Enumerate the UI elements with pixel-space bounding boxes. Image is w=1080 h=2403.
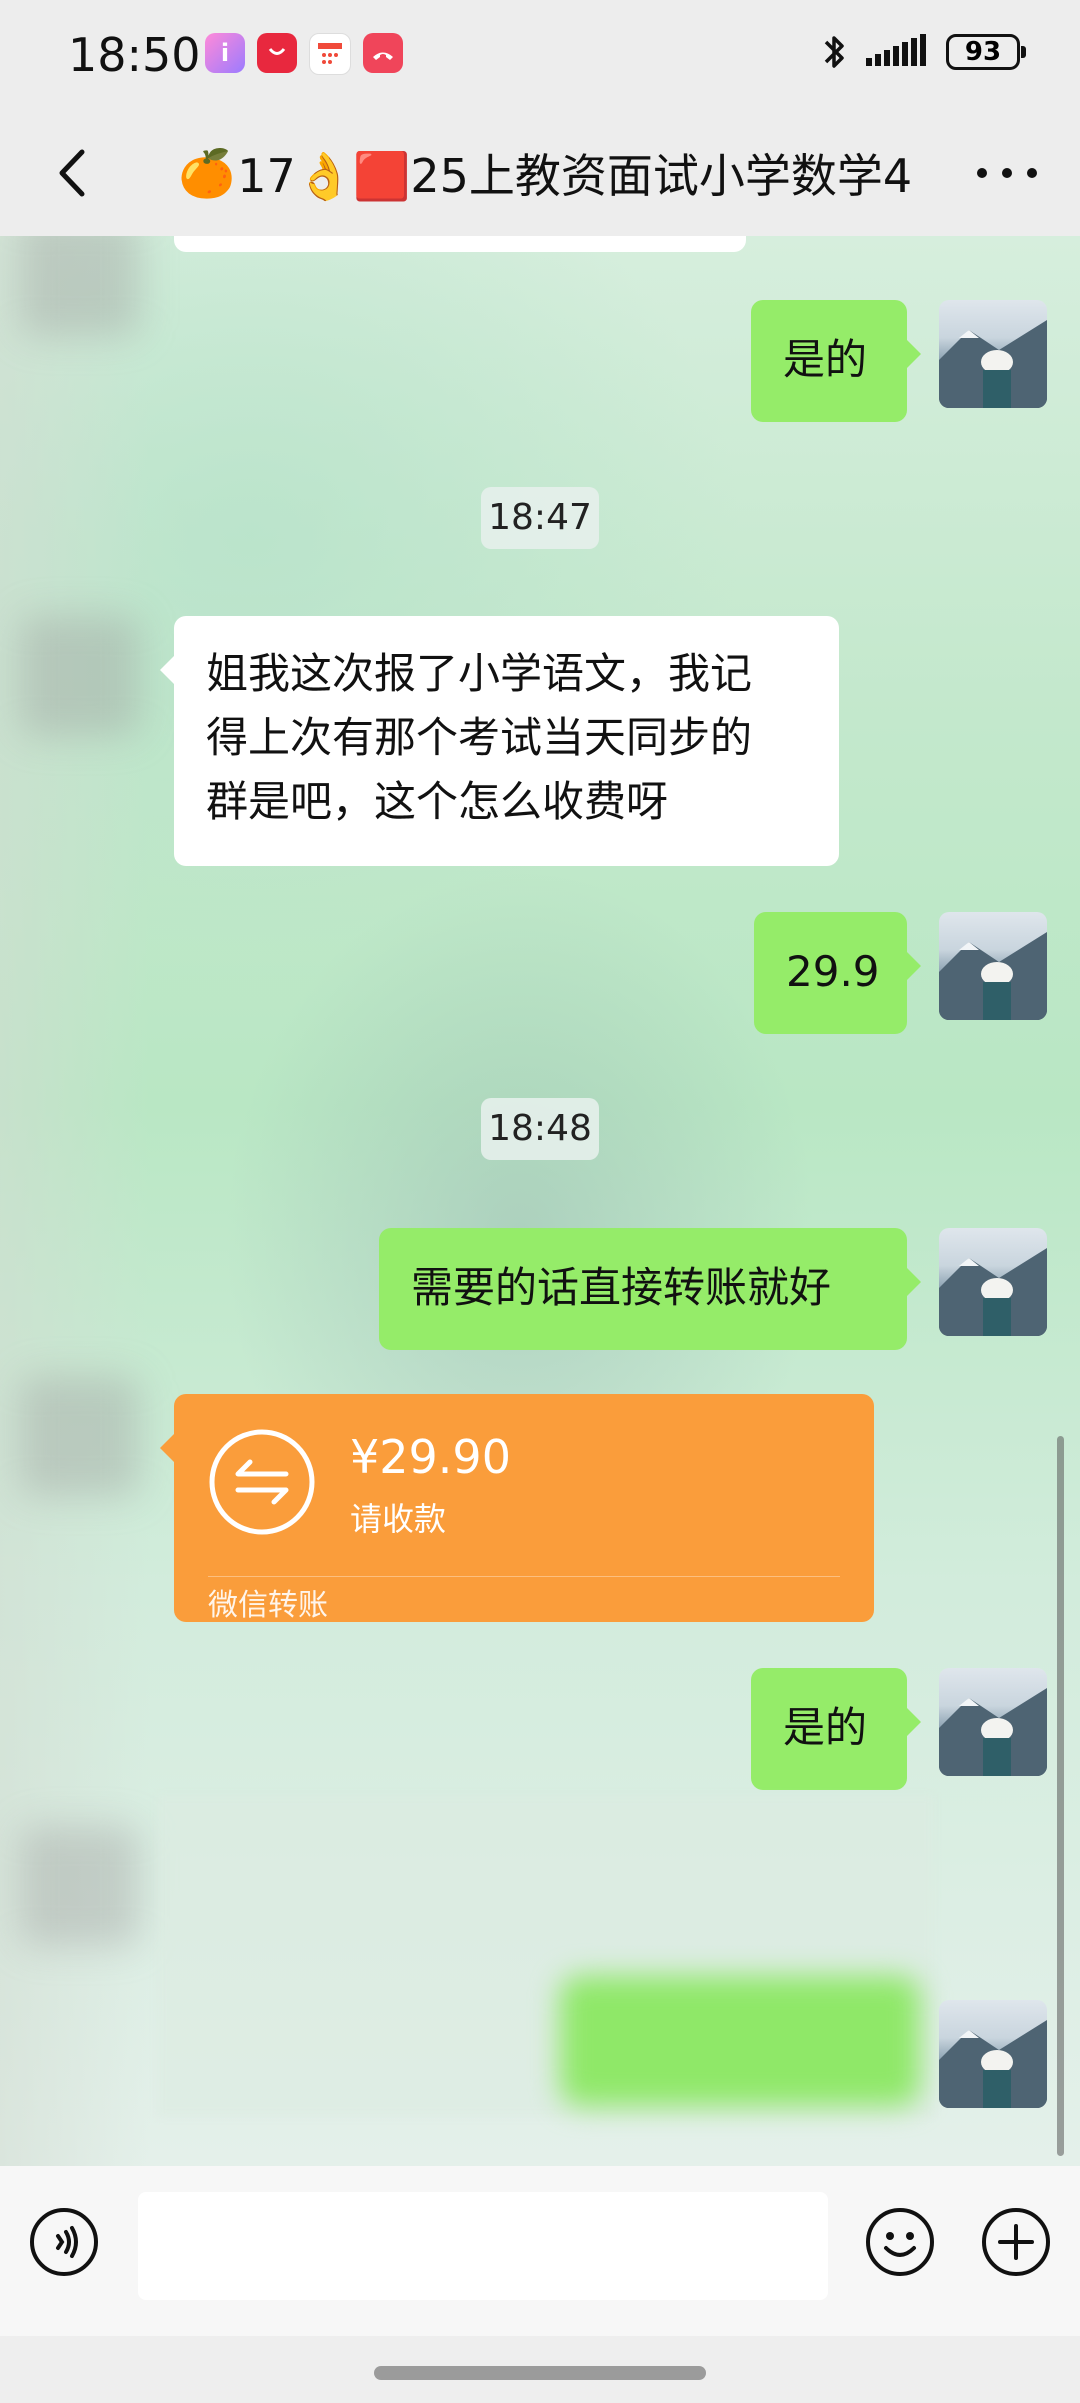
battery-indicator: 93 [946,34,1026,70]
blurred-outgoing-message [560,1976,920,2106]
missed-call-icon [363,33,403,73]
outgoing-message[interactable]: 29.9 [754,912,921,1034]
timestamp: 18:48 [481,1098,599,1160]
status-time: 18:50 [68,28,201,82]
message-line: 得上次有那个考试当天同步的 [206,713,753,762]
blurred-avatar [20,1376,140,1496]
message-text: 是的 [783,335,868,384]
app-i-icon: i [205,33,245,73]
transfer-status: 请收款 [350,1500,447,1538]
chat-title: 🍊 17👌🟥25上教资面试小学数学4 [178,140,912,206]
scrollbar[interactable] [1057,1436,1064,2156]
input-bar [0,2166,1080,2336]
message-input[interactable] [138,2192,828,2300]
message-text: 是的 [783,1703,868,1752]
chevron-left-icon[interactable] [44,140,104,206]
transfer-card[interactable]: ¥29.90 请收款 微信转账 [160,1394,874,1623]
plus-icon[interactable] [980,2206,1052,2278]
emoji-icon[interactable] [864,2206,936,2278]
partial-message-bubble [174,236,746,252]
voice-icon[interactable] [28,2206,100,2278]
chat-title-text: 17👌🟥25上教资面试小学数学4 [237,149,913,203]
self-avatar[interactable] [939,2000,1047,2108]
transfer-amount: ¥29.90 [350,1430,511,1484]
transfer-label: 微信转账 [208,1588,328,1623]
chat-header: 🍊 17👌🟥25上教资面试小学数学4 [0,110,1080,236]
status-bar: 18:50 i 93 [0,0,1080,110]
self-avatar[interactable] [939,300,1047,408]
bluetooth-icon [824,36,844,68]
message-line: 群是吧，这个怎么收费呀 [206,777,669,826]
transfer-arrows-icon [209,1429,315,1535]
self-avatar[interactable] [939,1228,1047,1336]
message-text: 需要的话直接转账就好 [411,1263,832,1312]
outgoing-message[interactable]: 是的 [751,1668,921,1790]
blurred-avatar [20,236,140,336]
outgoing-message[interactable]: 是的 [751,300,921,422]
self-avatar[interactable] [939,912,1047,1020]
divider [208,1576,840,1577]
home-indicator[interactable] [374,2366,706,2380]
app-gallery-icon [257,33,297,73]
blurred-avatar [20,616,140,736]
ellipsis-icon[interactable] [972,158,1042,188]
message-text: 29.9 [786,947,880,996]
outgoing-message[interactable]: 需要的话直接转账就好 [379,1228,921,1350]
chat-area[interactable]: 是的 18:47 姐我这次报了小学语文，我记 得上次有那个考试当天同步的 群是吧… [0,236,1080,2166]
orange-emoji: 🍊 [178,145,236,200]
blurred-avatar [20,1826,140,1946]
status-right: 93 [820,32,1026,72]
signal-icon [866,34,926,66]
timestamp: 18:47 [481,487,599,549]
incoming-message[interactable]: 姐我这次报了小学语文，我记 得上次有那个考试当天同步的 群是吧，这个怎么收费呀 [160,616,839,866]
notification-app-icons: i [205,33,403,75]
self-avatar[interactable] [939,1668,1047,1776]
message-line: 姐我这次报了小学语文，我记 [206,649,753,698]
calendar-app-icon [309,33,351,75]
